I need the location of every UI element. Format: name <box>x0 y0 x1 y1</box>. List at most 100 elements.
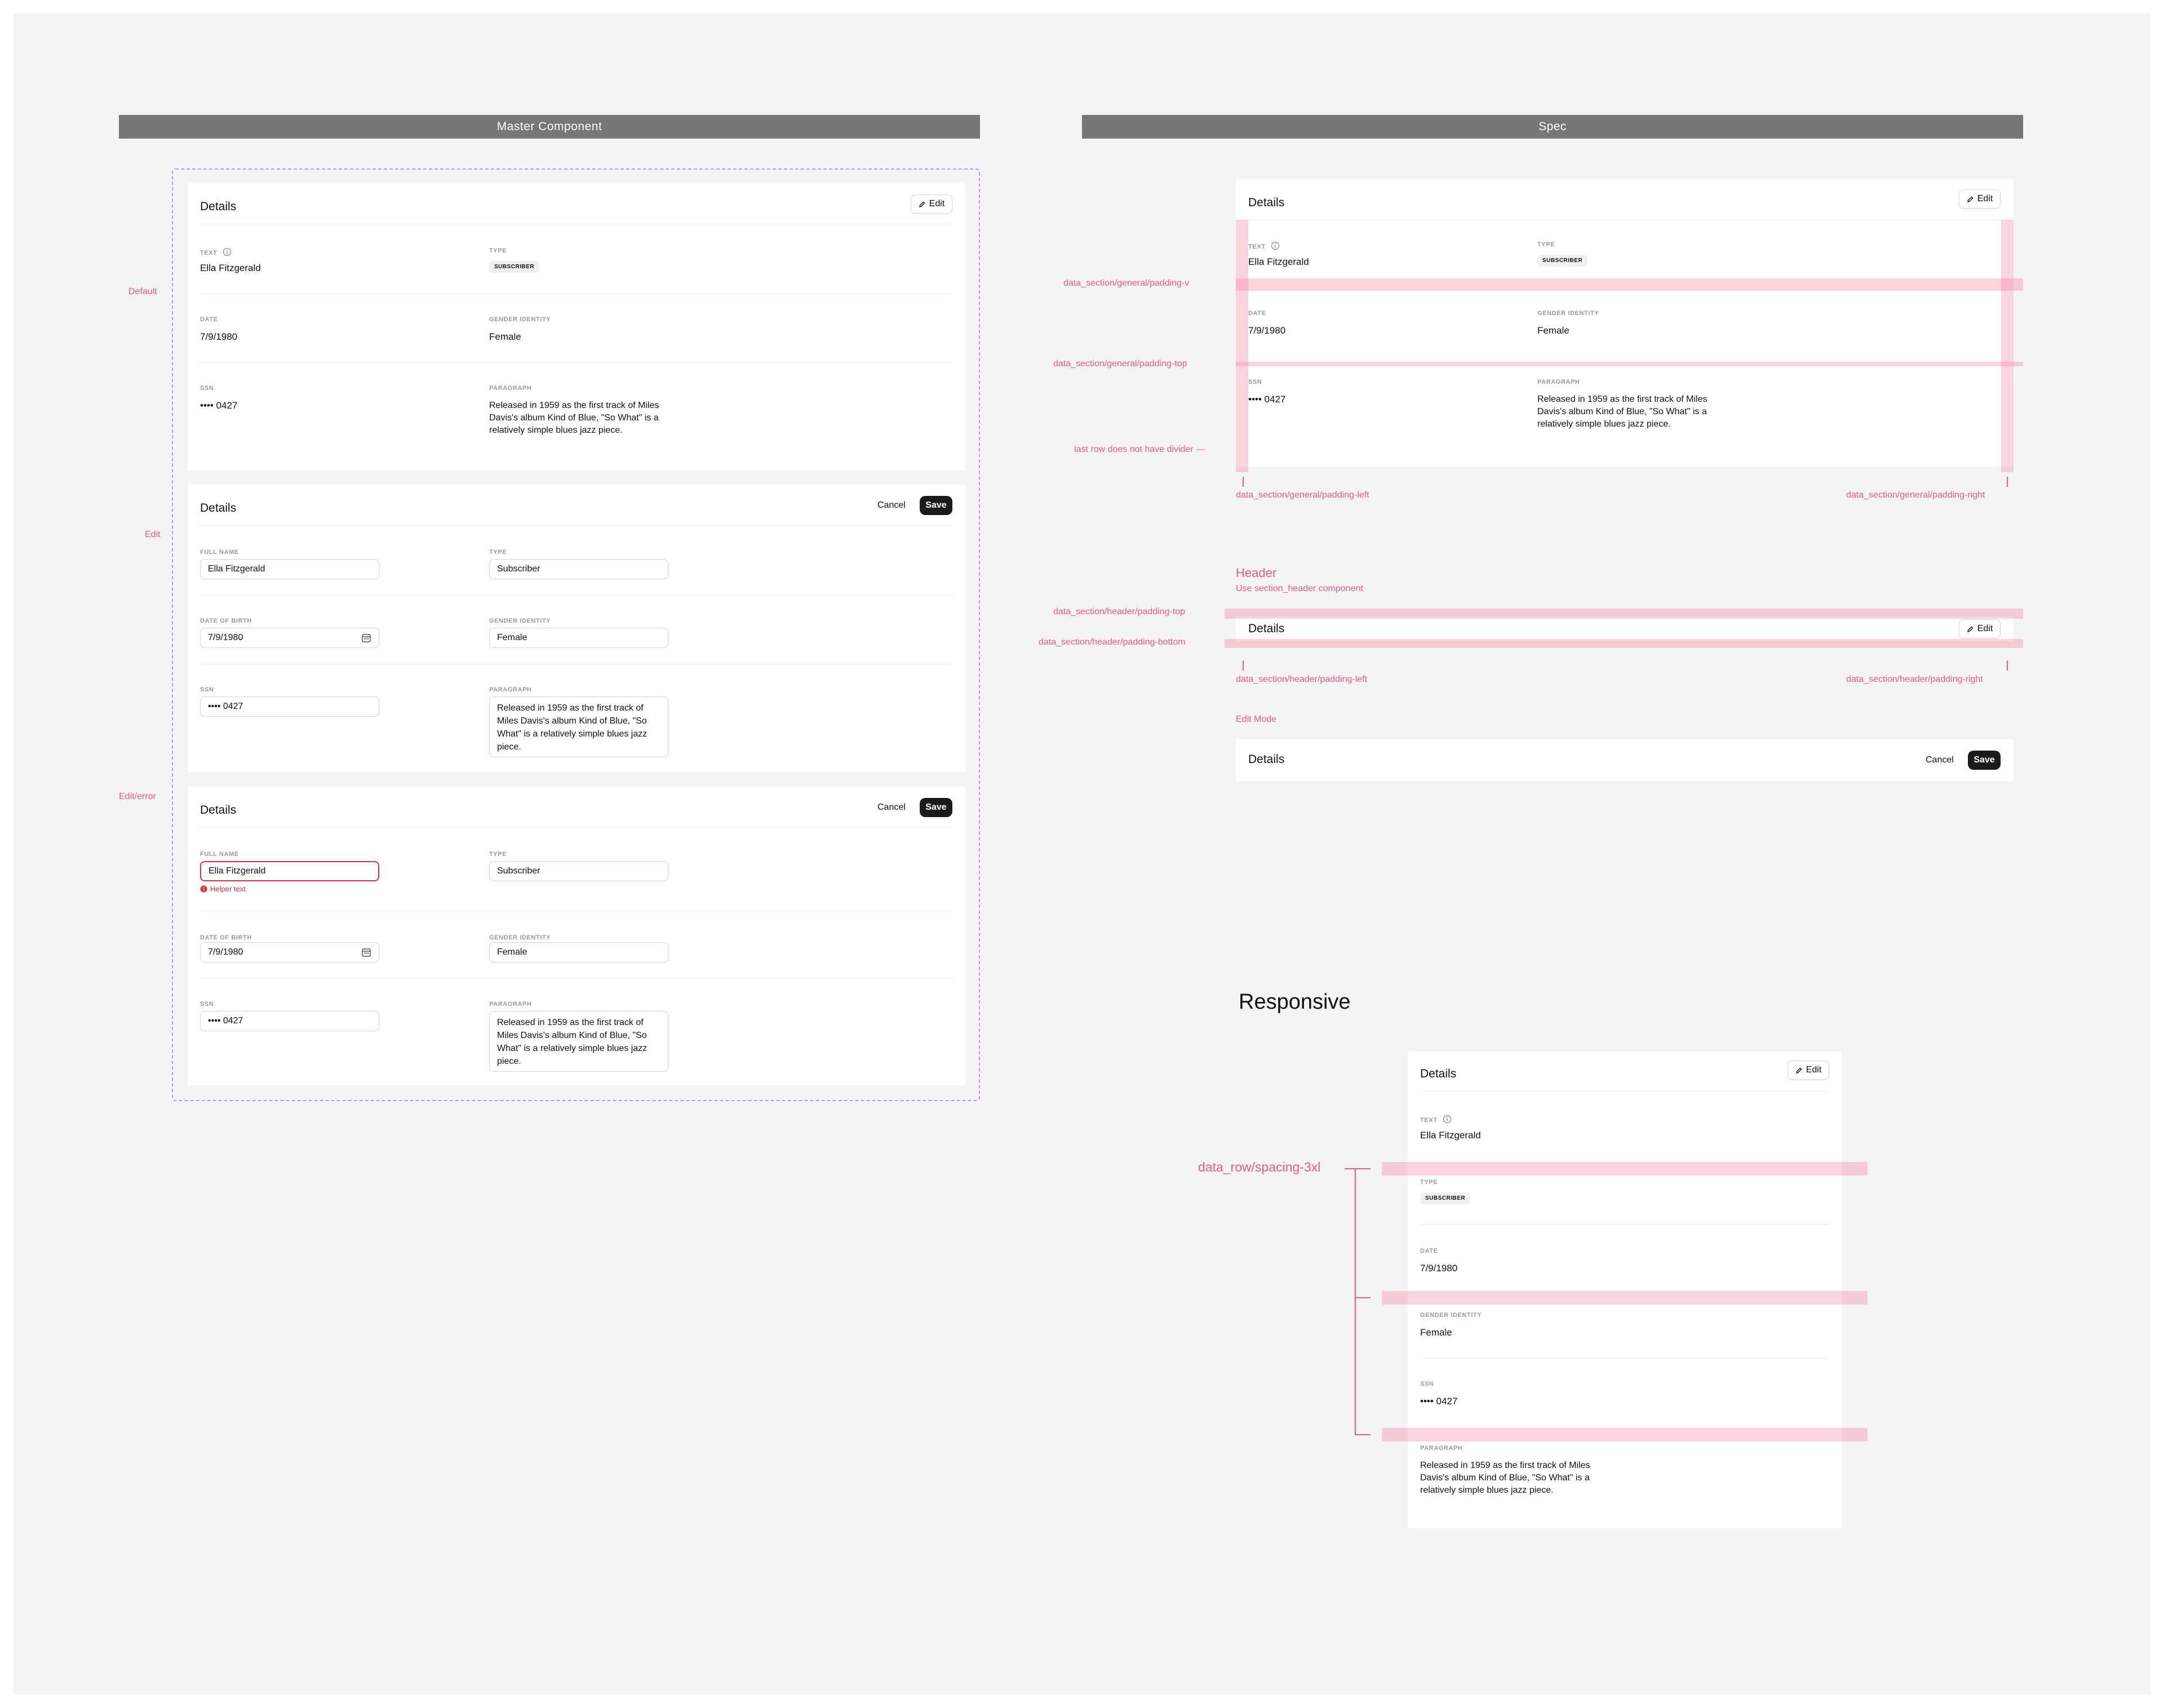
bracket-top <box>1345 1168 1371 1169</box>
spacing-overlay <box>1382 1428 1868 1441</box>
paragraph-label: PARAGRAPH <box>1537 379 1580 385</box>
annotation-header-padding-right: data_section/header/padding-right <box>1846 675 1983 684</box>
spacing-overlay <box>1382 1162 1868 1175</box>
gender-value: Female <box>1537 325 1569 336</box>
tick-mark <box>2007 660 2008 671</box>
ssn-label: SSN <box>1248 379 1262 385</box>
type-badge: SUBSCRIBER <box>1537 255 1588 267</box>
cancel-button[interactable]: Cancel <box>1926 755 1954 765</box>
ssn-label: SSN <box>1420 1381 1434 1387</box>
card-title: Details <box>1248 196 1285 209</box>
card-title: Details <box>200 502 237 514</box>
ssn-value: •••• 0427 <box>1420 1396 1458 1407</box>
info-icon[interactable] <box>223 247 232 256</box>
tick-mark <box>2007 477 2008 487</box>
divider <box>200 827 953 828</box>
dob-input[interactable]: 7/9/1980 <box>200 628 379 648</box>
card-title: Details <box>200 804 237 817</box>
info-icon[interactable] <box>1271 241 1280 250</box>
edit-button[interactable]: Edit <box>911 194 952 214</box>
pencil-icon <box>1795 1067 1803 1074</box>
divider <box>200 978 953 979</box>
card-title: Details <box>1248 622 1285 635</box>
paragraph-label: PARAGRAPH <box>489 686 532 693</box>
divider <box>1420 1224 1829 1225</box>
master-component-title: Master Component <box>496 120 602 133</box>
responsive-heading: Responsive <box>1239 990 1351 1014</box>
full-name-input[interactable]: Ella Fitzgerald <box>200 559 379 579</box>
pencil-icon <box>919 201 926 208</box>
bracket-mid <box>1355 1297 1371 1298</box>
type-select[interactable]: Subscriber <box>489 559 668 579</box>
divider <box>200 525 953 526</box>
calendar-icon[interactable] <box>361 947 371 957</box>
spacing-annotation: data_row/spacing-3xl <box>1198 1160 1321 1174</box>
header-spec-title: Header <box>1236 566 1277 580</box>
tick-mark <box>1243 477 1244 487</box>
annotation-header-padding-left: data_section/header/padding-left <box>1236 675 1368 684</box>
gender-label: GENDER IDENTITY <box>1537 310 1599 317</box>
paragraph-textarea[interactable]: Released in 1959 as the first track of M… <box>489 1011 668 1072</box>
text-label: TEXT <box>1420 1115 1452 1124</box>
type-label: TYPE <box>489 549 507 556</box>
divider <box>200 362 953 363</box>
padding-left-overlay <box>1236 220 1248 472</box>
annotation-padding-right: data_section/general/padding-right <box>1846 490 1985 500</box>
details-card-default: Details Edit TEXT Ella Fitzgerald TYPE S… <box>188 183 965 471</box>
annotation-last-row: last row does not have divider — <box>1074 445 1205 454</box>
master-component-header: Master Component <box>119 115 980 139</box>
ssn-value: •••• 0427 <box>1248 394 1286 405</box>
gender-value: Female <box>489 331 521 342</box>
annotation-padding-left: data_section/general/padding-left <box>1236 490 1369 500</box>
edit-button[interactable]: Edit <box>1959 189 2001 208</box>
spec-header: Spec <box>1082 115 2023 139</box>
gender-label: GENDER IDENTITY <box>1420 1312 1482 1319</box>
responsive-details-card: Details Edit TEXT Ella Fitzgerald TYPE S… <box>1408 1052 1842 1528</box>
calendar-icon[interactable] <box>361 633 371 643</box>
save-button[interactable]: Save <box>1968 751 2001 770</box>
pencil-icon <box>1967 625 1974 633</box>
annotation-header-padding-top: data_section/header/padding-top <box>1053 607 1185 616</box>
text-value: Ella Fitzgerald <box>200 263 261 273</box>
ssn-input[interactable]: •••• 0427 <box>200 1011 379 1031</box>
full-name-input-error[interactable]: Ella Fitzgerald <box>200 861 379 881</box>
gender-value: Female <box>1420 1327 1452 1338</box>
details-card-edit: Details Cancel Save FULL NAME Ella Fitzg… <box>188 485 965 772</box>
tick-mark <box>1243 660 1244 671</box>
paragraph-textarea[interactable]: Released in 1959 as the first track of M… <box>489 696 668 757</box>
cancel-button[interactable]: Cancel <box>877 802 906 813</box>
type-badge: SUBSCRIBER <box>489 261 540 273</box>
save-button[interactable]: Save <box>920 798 952 817</box>
date-value: 7/9/1980 <box>200 331 238 342</box>
type-label: TYPE <box>489 247 507 254</box>
divider <box>1420 1091 1829 1092</box>
ssn-label: SSN <box>200 686 214 693</box>
info-icon[interactable] <box>1443 1115 1452 1124</box>
gender-select[interactable]: Female <box>489 628 668 648</box>
full-name-label: FULL NAME <box>200 549 239 556</box>
type-select[interactable]: Subscriber <box>489 861 668 881</box>
ssn-value: •••• 0427 <box>200 400 238 411</box>
edit-button[interactable]: Edit <box>1959 619 2001 638</box>
padding-top-overlay <box>1236 362 2023 366</box>
section-header-card: Details Edit <box>1236 616 2014 641</box>
ssn-label: SSN <box>200 1001 214 1008</box>
text-label: TEXT <box>200 247 232 256</box>
paragraph-value: Released in 1959 as the first track of M… <box>489 401 659 435</box>
helper-text: Helper text <box>200 885 246 893</box>
paragraph-label: PARAGRAPH <box>1420 1445 1463 1452</box>
cancel-button[interactable]: Cancel <box>877 500 906 511</box>
spec-details-card: Details Edit TEXT Ella Fitzgerald TYPE S… <box>1236 179 2014 467</box>
bracket-bottom <box>1355 1434 1371 1435</box>
edit-button[interactable]: Edit <box>1788 1061 1829 1080</box>
card-title: Details <box>200 200 237 213</box>
ssn-input[interactable]: •••• 0427 <box>200 696 379 717</box>
gender-label: GENDER IDENTITY <box>489 934 551 941</box>
state-label-default: Default <box>128 287 157 296</box>
state-label-edit: Edit <box>145 530 161 539</box>
dob-input[interactable]: 7/9/1980 <box>200 942 379 962</box>
gender-select[interactable]: Female <box>489 942 668 962</box>
details-card-error: Details Cancel Save FULL NAME Ella Fitzg… <box>188 787 965 1085</box>
type-badge: SUBSCRIBER <box>1420 1192 1471 1204</box>
save-button[interactable]: Save <box>920 496 952 515</box>
